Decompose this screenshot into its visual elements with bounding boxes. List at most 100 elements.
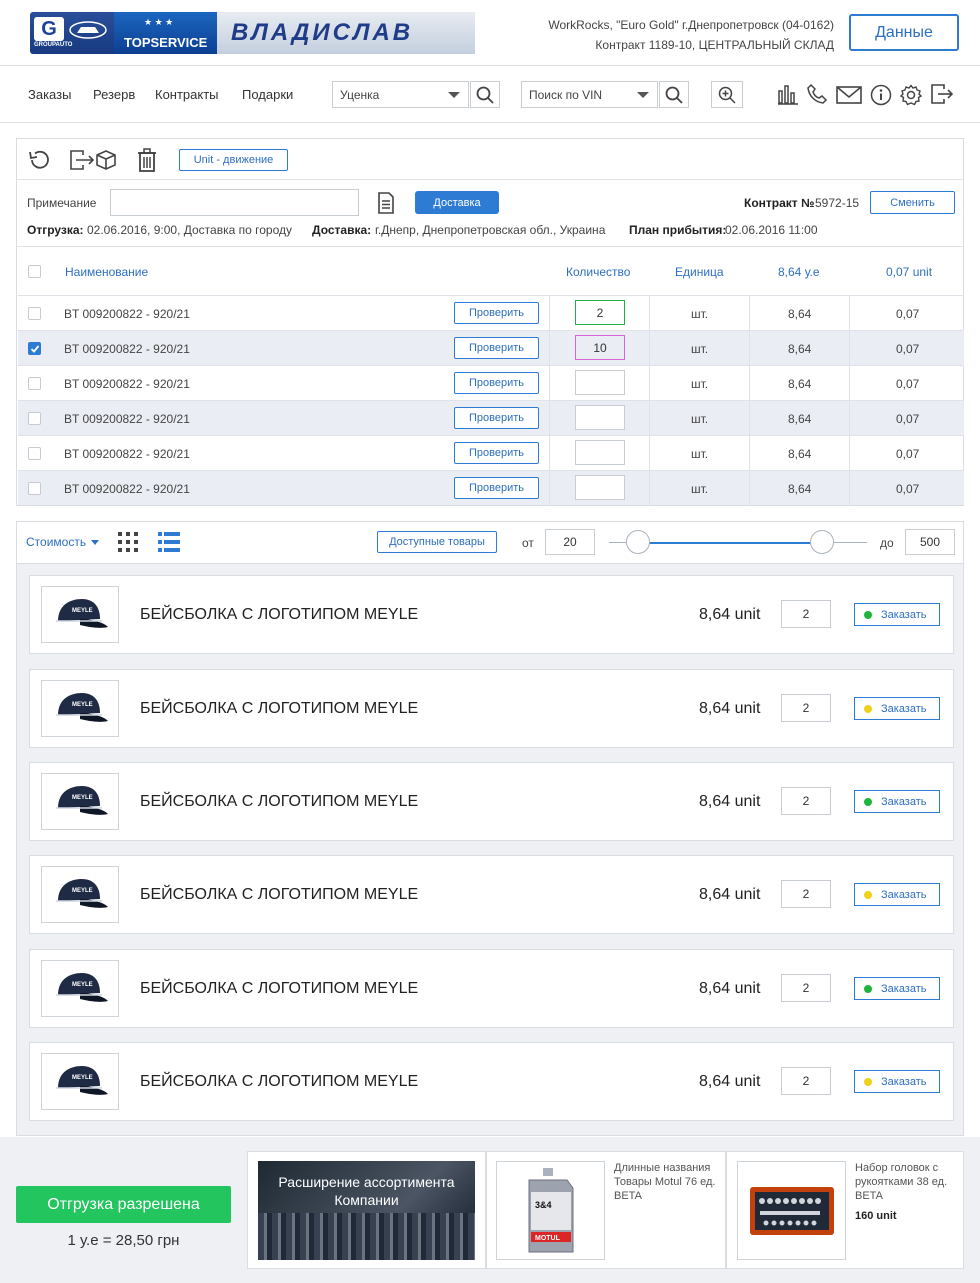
note-input[interactable] [110,189,359,216]
shipment-label: Отгрузка: [27,223,84,237]
product-image: MEYLE [41,586,119,643]
data-button[interactable]: Данные [849,14,959,51]
mail-icon[interactable] [836,85,862,105]
order-button[interactable]: Заказать [854,697,940,720]
product-quantity[interactable]: 2 [781,600,831,628]
exchange-rate: 1 у.е = 28,50 грн [67,1232,180,1249]
table-row: BT 009200822 - 920/21 Проверить шт. 8,64… [18,365,964,401]
trash-icon[interactable] [137,148,157,172]
quantity-input[interactable] [575,405,625,430]
order-button[interactable]: Заказать [854,790,940,813]
shipment-allowed-button[interactable]: Отгрузка разрешена [16,1186,231,1223]
quantity-input[interactable]: 2 [575,300,625,325]
product-quantity[interactable]: 2 [781,974,831,1002]
column-header-name[interactable]: Наименование [65,265,148,279]
document-icon[interactable] [377,192,395,214]
product-card[interactable]: MEYLE БЕЙСБОЛКА С ЛОГОТИПОМ MEYLE 8,64 u… [29,762,954,841]
vin-select[interactable]: Поиск по VIN [521,81,658,108]
unit-movement-button[interactable]: Unit - движение [179,149,288,171]
product-price: 8,64 unit [699,886,761,903]
grid-view-icon[interactable] [118,532,138,552]
status-dot [864,1078,872,1086]
info-icon[interactable] [870,84,892,106]
row-checkbox[interactable] [28,377,41,390]
check-button[interactable]: Проверить [454,302,539,324]
promo-card-1[interactable]: Расширение ассортимента Компании [247,1151,486,1269]
product-card[interactable]: MEYLE БЕЙСБОЛКА С ЛОГОТИПОМ MEYLE 8,64 u… [29,575,954,654]
column-header-unit[interactable]: Единица [675,265,724,279]
order-button[interactable]: Заказать [854,603,940,626]
product-quantity[interactable]: 2 [781,1067,831,1095]
row-checkbox[interactable] [28,482,41,495]
check-button[interactable]: Проверить [454,477,539,499]
quantity-input[interactable] [575,440,625,465]
promo-card-3[interactable]: Набор головок с рукоятками 38 ед. BETA 1… [726,1151,964,1269]
price-from-input[interactable]: 20 [545,529,595,555]
divider [649,401,650,436]
order-label: Заказать [881,795,927,808]
logo[interactable]: G GROUPAUTO ★ ★ ★ TOPSERVICE ВЛАДИСЛАВ [30,12,475,54]
select-all-checkbox[interactable] [28,265,41,278]
account-line2: Контракт 1189-10, ЦЕНТРАЛЬНЫЙ СКЛАД [595,38,834,52]
check-button[interactable]: Проверить [454,442,539,464]
slider-handle-min[interactable] [626,530,650,554]
change-button[interactable]: Сменить [870,191,955,214]
row-checkbox[interactable] [28,447,41,460]
delivery-button[interactable]: Доставка [415,191,499,214]
search-button-2[interactable] [659,81,689,108]
product-title: БЕЙСБОЛКА С ЛОГОТИПОМ MEYLE [140,793,419,810]
undo-icon[interactable] [27,149,51,171]
topservice-text: TOPSERVICE [124,35,208,50]
column-header-qty[interactable]: Количество [566,265,630,279]
order-button[interactable]: Заказать [854,883,940,906]
row-name: BT 009200822 - 920/21 [64,412,190,426]
table-row: BT 009200822 - 920/21 Проверить 2 шт. 8,… [18,295,964,331]
product-card[interactable]: MEYLE БЕЙСБОЛКА С ЛОГОТИПОМ MEYLE 8,64 u… [29,669,954,748]
zoom-button[interactable] [711,81,743,108]
promo-banner-image: Расширение ассортимента Компании [258,1161,475,1260]
slider-handle-max[interactable] [810,530,834,554]
check-button[interactable]: Проверить [454,372,539,394]
gear-icon[interactable] [900,84,922,106]
nav-item-gifts[interactable]: Подарки [242,87,293,102]
quantity-input[interactable]: 10 [575,335,625,360]
divider [549,331,550,366]
product-quantity[interactable]: 2 [781,787,831,815]
stats-icon[interactable] [776,83,800,105]
quantity-input[interactable] [575,370,625,395]
product-card[interactable]: MEYLE БЕЙСБОЛКА С ЛОГОТИПОМ MEYLE 8,64 u… [29,1042,954,1121]
nav-item-contracts[interactable]: Контракты [155,87,219,102]
quantity-input[interactable] [575,475,625,500]
search-button-1[interactable] [470,81,500,108]
phone-icon[interactable] [806,83,828,105]
row-checkbox[interactable] [28,412,41,425]
row-checkbox[interactable] [28,342,41,355]
logout-icon[interactable] [930,83,954,105]
order-button[interactable]: Заказать [854,977,940,1000]
promo-card-2[interactable]: 3&4 MOTUL Длинные названия Товары Motul 7… [486,1151,726,1269]
nav-item-reserve[interactable]: Резерв [93,87,135,102]
contract-label: Контракт № [744,196,815,210]
product-card[interactable]: MEYLE БЕЙСБОЛКА С ЛОГОТИПОМ MEYLE 8,64 u… [29,855,954,934]
list-view-icon[interactable] [158,532,180,552]
price-to-input[interactable]: 500 [905,529,955,555]
sort-dropdown[interactable]: Стоимость [26,535,100,549]
column-header-price[interactable]: 8,64 у.е [778,265,820,279]
export-box-icon[interactable] [69,149,117,171]
row-price: 8,64 [788,482,812,496]
order-button[interactable]: Заказать [854,1070,940,1093]
divider [549,401,550,436]
row-checkbox[interactable] [28,307,41,320]
product-quantity[interactable]: 2 [781,880,831,908]
product-card[interactable]: MEYLE БЕЙСБОЛКА С ЛОГОТИПОМ MEYLE 8,64 u… [29,949,954,1028]
product-image: MEYLE [41,1053,119,1110]
discount-select[interactable]: Уценка [332,81,469,108]
nav-item-orders[interactable]: Заказы [28,87,71,102]
product-quantity[interactable]: 2 [781,694,831,722]
check-button[interactable]: Проверить [454,337,539,359]
promo-text-3: Набор головок с рукоятками 38 ед. BETA [855,1162,948,1202]
status-dot [864,891,872,899]
available-goods-button[interactable]: Доступные товары [377,531,497,553]
column-header-unitprice[interactable]: 0,07 unit [886,265,932,279]
check-button[interactable]: Проверить [454,407,539,429]
